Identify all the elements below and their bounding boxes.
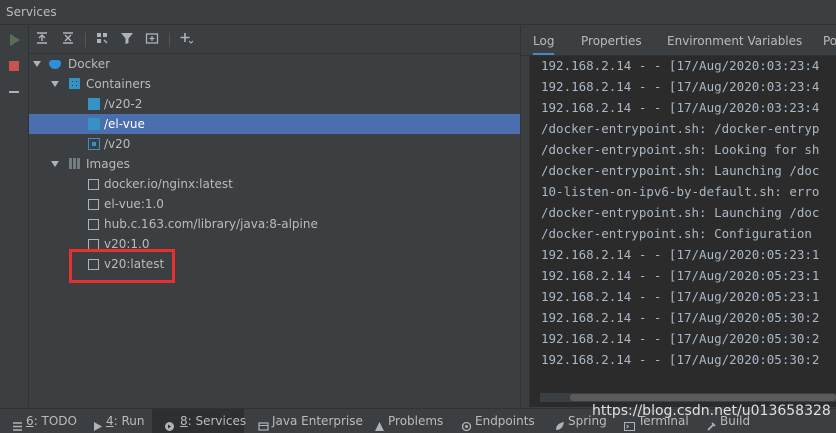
tree-node-label: /v20 (104, 137, 131, 151)
tree-node-image[interactable]: el-vue:1.0 (29, 194, 520, 214)
container-stopped-icon (88, 118, 100, 130)
group-icon[interactable] (93, 31, 111, 49)
log-line: 192.168.2.14 - - [17/Aug/2020:03:23:4 (541, 100, 820, 115)
image-icon (88, 219, 99, 230)
services-action-strip (0, 26, 29, 407)
tree-node-label: Containers (86, 77, 151, 91)
container-stopped-icon (88, 98, 100, 110)
log-line: /docker-entrypoint.sh: Looking for sh (541, 142, 820, 157)
log-line: /docker-entrypoint.sh: Launching /doc (541, 163, 820, 178)
new-tab-icon[interactable] (143, 31, 161, 49)
docker-icon (49, 60, 61, 69)
log-output[interactable]: 192.168.2.14 - - [17/Aug/2020:03:23:4 19… (529, 56, 836, 407)
tab-environment-variables[interactable]: Environment Variables (667, 26, 802, 55)
tab-mnemonic: 4 (106, 414, 114, 428)
tree-node-image[interactable]: docker.io/nginx:latest (29, 174, 520, 194)
log-line: 192.168.2.14 - - [17/Aug/2020:05:23:1 (541, 289, 820, 304)
tree-node-container[interactable]: /v20 (29, 134, 520, 154)
tree-node-label: Docker (68, 57, 111, 71)
log-line: 192.168.2.14 - - [17/Aug/2020:05:30:2 (541, 310, 820, 325)
tree-node-label: el-vue:1.0 (104, 197, 164, 211)
tree-node-container-selected[interactable]: /el-vue (29, 114, 520, 134)
tree-node-label: Images (86, 157, 130, 171)
tab-properties[interactable]: Properties (581, 26, 642, 55)
tree-node-images[interactable]: Images (29, 154, 520, 174)
toolbar-separator (169, 33, 170, 47)
filter-icon[interactable] (118, 31, 136, 49)
tree-node-label: docker.io/nginx:latest (104, 177, 233, 191)
tab-port-bindings[interactable]: Po (823, 26, 836, 55)
collapse-all-icon[interactable] (59, 31, 77, 49)
log-line: /docker-entrypoint.sh: Launching /doc (541, 205, 820, 220)
stop-icon[interactable] (9, 61, 19, 71)
log-line: /docker-entrypoint.sh: /docker-entryp (541, 121, 820, 136)
panel-splitter[interactable] (520, 26, 521, 407)
expand-arrow-icon[interactable] (51, 81, 59, 87)
problems-icon (374, 416, 385, 431)
expand-arrow-icon[interactable] (51, 161, 59, 167)
services-toolbar (29, 26, 520, 54)
tab-label: Endpoints (475, 414, 535, 428)
window-title-bar: Services (0, 0, 836, 25)
log-line: 192.168.2.14 - - [17/Aug/2020:05:23:1 (541, 247, 820, 262)
container-running-icon (88, 138, 100, 150)
todo-icon (12, 416, 23, 431)
tab-endpoints[interactable]: Endpoints (459, 409, 535, 433)
tree-node-container[interactable]: /v20-2 (29, 94, 520, 114)
tree-node-docker[interactable]: Docker (29, 54, 520, 74)
image-icon (88, 179, 99, 190)
tab-problems[interactable]: Problems (372, 409, 443, 433)
spring-icon (554, 416, 565, 430)
log-line: 10-listen-on-ipv6-by-default.sh: erro (541, 184, 820, 199)
tree-node-image[interactable]: hub.c.163.com/library/java:8-alpine (29, 214, 520, 234)
log-horizontal-scrollbar[interactable] (540, 393, 836, 402)
tab-mnemonic: 6 (26, 414, 34, 428)
tree-node-containers[interactable]: Containers (29, 74, 520, 94)
log-line: 192.168.2.14 - - [17/Aug/2020:05:30:2 (541, 331, 820, 346)
services-icon (164, 416, 175, 431)
toolbar-separator (85, 33, 86, 47)
services-tree: Docker Containers /v20-2 /el-vue /v20 Im… (29, 54, 520, 407)
endpoints-icon (461, 416, 472, 432)
scrollbar-thumb[interactable] (570, 394, 836, 401)
log-line: /docker-entrypoint.sh: Configuration (541, 226, 812, 241)
tree-node-label: /el-vue (104, 117, 145, 131)
annotation-highlight-box (69, 249, 175, 283)
containers-icon (69, 78, 80, 89)
window-title: Services (6, 5, 57, 19)
tab-log[interactable]: Log (533, 26, 555, 55)
add-icon[interactable] (177, 31, 195, 49)
tab-mnemonic: 8 (180, 414, 188, 428)
expand-all-icon[interactable] (33, 31, 51, 49)
tab-todo[interactable]: 6: TODO (10, 409, 77, 433)
run-icon[interactable] (10, 34, 20, 46)
tab-run[interactable]: 4: Run (90, 409, 145, 433)
log-line: 192.168.2.14 - - [17/Aug/2020:03:23:4 (541, 58, 820, 73)
log-line: 192.168.2.14 - - [17/Aug/2020:05:30:2 (541, 352, 820, 367)
tab-label: Problems (388, 414, 444, 428)
details-tab-bar: Log Properties Environment Variables Po (521, 26, 836, 56)
tab-label: : Run (113, 414, 145, 428)
log-line: 192.168.2.14 - - [17/Aug/2020:03:23:4 (541, 79, 820, 94)
images-icon (69, 158, 80, 169)
tab-label: Java Enterprise (272, 414, 363, 428)
tree-node-label: hub.c.163.com/library/java:8-alpine (104, 217, 318, 231)
java-enterprise-icon (258, 416, 269, 431)
tab-label: : Services (187, 414, 247, 428)
watermark-text: https://blog.csdn.net/u013658328 (592, 403, 831, 419)
tab-services[interactable]: 8: Services (152, 409, 247, 433)
expand-arrow-icon[interactable] (33, 61, 41, 67)
tab-java-enterprise[interactable]: Java Enterprise (256, 409, 363, 433)
tree-node-label: /v20-2 (104, 97, 143, 111)
run-icon (92, 416, 103, 431)
image-icon (88, 199, 99, 210)
remove-icon[interactable] (9, 91, 19, 93)
tab-label: : TODO (33, 414, 77, 428)
log-line: 192.168.2.14 - - [17/Aug/2020:05:23:1 (541, 268, 820, 283)
